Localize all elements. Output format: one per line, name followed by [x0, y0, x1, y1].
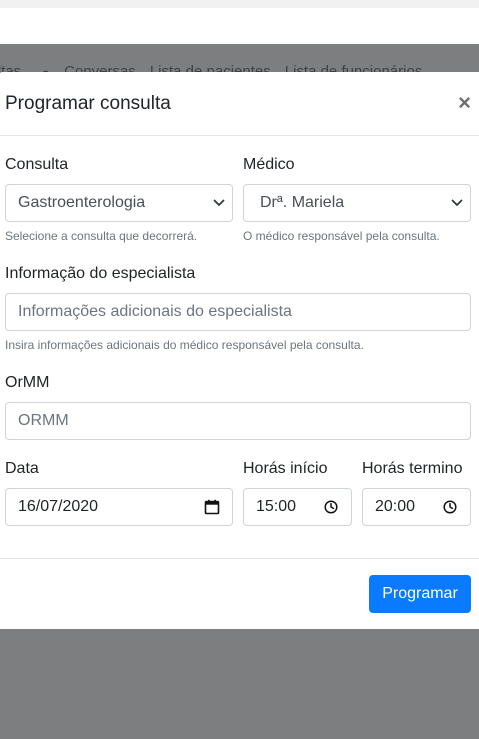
background-navbar: sultas▼ConversasLista de pacientesLista … — [0, 44, 479, 74]
medico-help: O médico responsável pela consulta. — [243, 229, 440, 243]
consulta-label: Consulta — [5, 156, 69, 173]
date-value: 16/07/2020 — [18, 498, 99, 515]
programar-button[interactable]: Programar — [369, 575, 471, 613]
date-input[interactable]: 16/07/2020 — [5, 488, 233, 526]
data-label: Data — [5, 460, 39, 477]
clock-icon[interactable] — [442, 499, 458, 515]
especialista-help: Insira informações adicionais do médico … — [5, 338, 364, 352]
hora-termino-input[interactable]: 20:00 — [362, 488, 471, 526]
especialista-input[interactable]: Informações adicionais do especialista — [5, 293, 471, 331]
especialista-placeholder: Informações adicionais do especialista — [18, 303, 292, 320]
medico-select[interactable]: Drª. Mariela — [243, 184, 471, 222]
modal-header: Programar consulta × — [0, 72, 479, 136]
calendar-icon[interactable] — [204, 499, 220, 515]
chevron-down-icon — [212, 196, 226, 210]
consulta-select-value: Gastroenterologia — [18, 194, 146, 211]
close-icon[interactable]: × — [458, 92, 471, 114]
hora-inicio-input[interactable]: 15:00 — [243, 488, 352, 526]
hora-termino-value: 20:00 — [375, 498, 416, 515]
schedule-appointment-modal: Programar consulta × Consulta Gastroente… — [0, 72, 479, 629]
hora-termino-label: Horás termino — [362, 460, 463, 477]
ormm-placeholder: ORMM — [18, 412, 69, 429]
clock-icon[interactable] — [323, 499, 339, 515]
hora-inicio-label: Horás início — [243, 460, 328, 477]
consulta-select[interactable]: Gastroenterologia — [5, 184, 233, 222]
browser-top-bar — [0, 0, 479, 8]
chevron-down-icon — [450, 196, 464, 210]
medico-select-value: Drª. Mariela — [260, 194, 345, 211]
especialista-label: Informação do especialista — [5, 265, 196, 282]
hora-inicio-value: 15:00 — [256, 498, 297, 515]
consulta-help: Selecione a consulta que decorrerá. — [5, 229, 198, 243]
ormm-label: OrMM — [5, 374, 50, 391]
medico-label: Médico — [243, 156, 295, 173]
modal-title: Programar consulta — [5, 93, 171, 114]
ormm-input[interactable]: ORMM — [5, 402, 471, 440]
modal-footer-divider — [0, 558, 479, 559]
page-top-strip — [0, 8, 479, 44]
